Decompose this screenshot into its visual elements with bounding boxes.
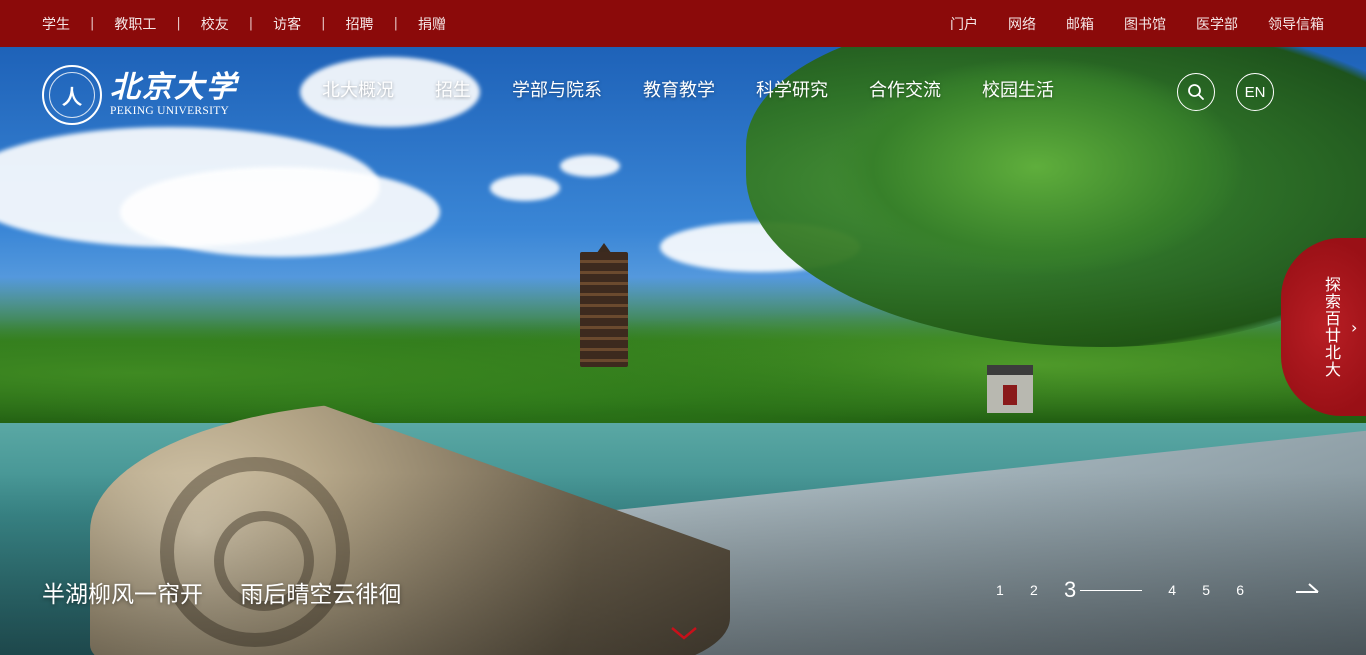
nav-about[interactable]: 北大概况 <box>322 76 394 102</box>
pager-item[interactable]: 2 <box>1030 582 1064 598</box>
explore-pku-badge[interactable]: 探索百廿北大 › <box>1281 238 1366 416</box>
nav-schools[interactable]: 学部与院系 <box>512 76 602 102</box>
separator: | <box>393 16 398 31</box>
logo-chinese-name: 北京大学 <box>110 70 238 105</box>
hero-banner <box>0 47 1366 655</box>
nav-research[interactable]: 科学研究 <box>756 76 828 102</box>
pager-item[interactable]: 1 <box>996 582 1030 598</box>
hero-caption: 半湖柳风一帘开 雨后晴空云徘徊 <box>42 575 431 609</box>
logo-wordmark: 北京大学 PEKING UNIVERSITY <box>110 70 238 118</box>
next-slide-arrow-icon[interactable] <box>1295 580 1319 598</box>
pager-item[interactable]: 5 <box>1202 582 1236 598</box>
link-jobs[interactable]: 招聘 <box>346 14 374 34</box>
top-utility-bar: 学生 | 教职工 | 校友 | 访客 | 招聘 | 捐赠 门户 网络 邮箱 图书… <box>0 0 1366 47</box>
pager-item[interactable]: 6 <box>1236 582 1270 598</box>
link-visitors[interactable]: 访客 <box>273 14 301 34</box>
audience-links: 学生 | 教职工 | 校友 | 访客 | 招聘 | 捐赠 <box>42 14 446 34</box>
link-students[interactable]: 学生 <box>42 14 70 34</box>
explore-label: 探索百廿北大 <box>1322 276 1341 378</box>
nav-campus-life[interactable]: 校园生活 <box>982 76 1054 102</box>
link-library[interactable]: 图书馆 <box>1124 14 1166 34</box>
link-mail[interactable]: 邮箱 <box>1066 14 1094 34</box>
search-icon <box>1188 84 1204 100</box>
link-portal[interactable]: 门户 <box>950 14 978 34</box>
service-links: 门户 网络 邮箱 图书馆 医学部 领导信箱 <box>920 14 1324 34</box>
link-alumni[interactable]: 校友 <box>201 14 229 34</box>
caption-line-2: 雨后晴空云徘徊 <box>240 582 402 608</box>
link-faculty[interactable]: 教职工 <box>114 14 156 34</box>
separator: | <box>321 16 326 31</box>
link-leader-mailbox[interactable]: 领导信箱 <box>1268 14 1324 34</box>
chevron-right-icon: › <box>1351 317 1358 337</box>
pager-item[interactable]: 4 <box>1168 582 1202 598</box>
search-button[interactable] <box>1177 73 1215 111</box>
separator: | <box>248 16 254 31</box>
pku-logo[interactable]: 人 北京大学 PEKING UNIVERSITY <box>42 65 238 125</box>
pager-item-active[interactable]: 3 <box>1064 577 1076 603</box>
separator: | <box>90 16 95 31</box>
caption-line-1: 半湖柳风一帘开 <box>42 582 203 608</box>
main-nav: 北大概况 招生 学部与院系 教育教学 科学研究 合作交流 校园生活 <box>322 76 1095 102</box>
pager-progress-line <box>1080 589 1143 591</box>
link-donate[interactable]: 捐赠 <box>418 14 446 34</box>
seal-emblem: 人 <box>62 84 82 109</box>
link-medical[interactable]: 医学部 <box>1196 14 1238 34</box>
university-seal-icon: 人 <box>42 65 102 125</box>
chevron-down-icon[interactable] <box>670 624 698 642</box>
nav-admissions[interactable]: 招生 <box>435 76 471 102</box>
link-network[interactable]: 网络 <box>1008 14 1036 34</box>
nav-cooperation[interactable]: 合作交流 <box>869 76 941 102</box>
english-site-button[interactable]: EN <box>1236 73 1274 111</box>
slide-pager: 1 2 3 4 5 6 <box>996 577 1270 603</box>
nav-education[interactable]: 教育教学 <box>643 76 715 102</box>
separator: | <box>176 16 181 31</box>
bottom-shade <box>0 47 1366 655</box>
logo-english-name: PEKING UNIVERSITY <box>110 105 230 117</box>
